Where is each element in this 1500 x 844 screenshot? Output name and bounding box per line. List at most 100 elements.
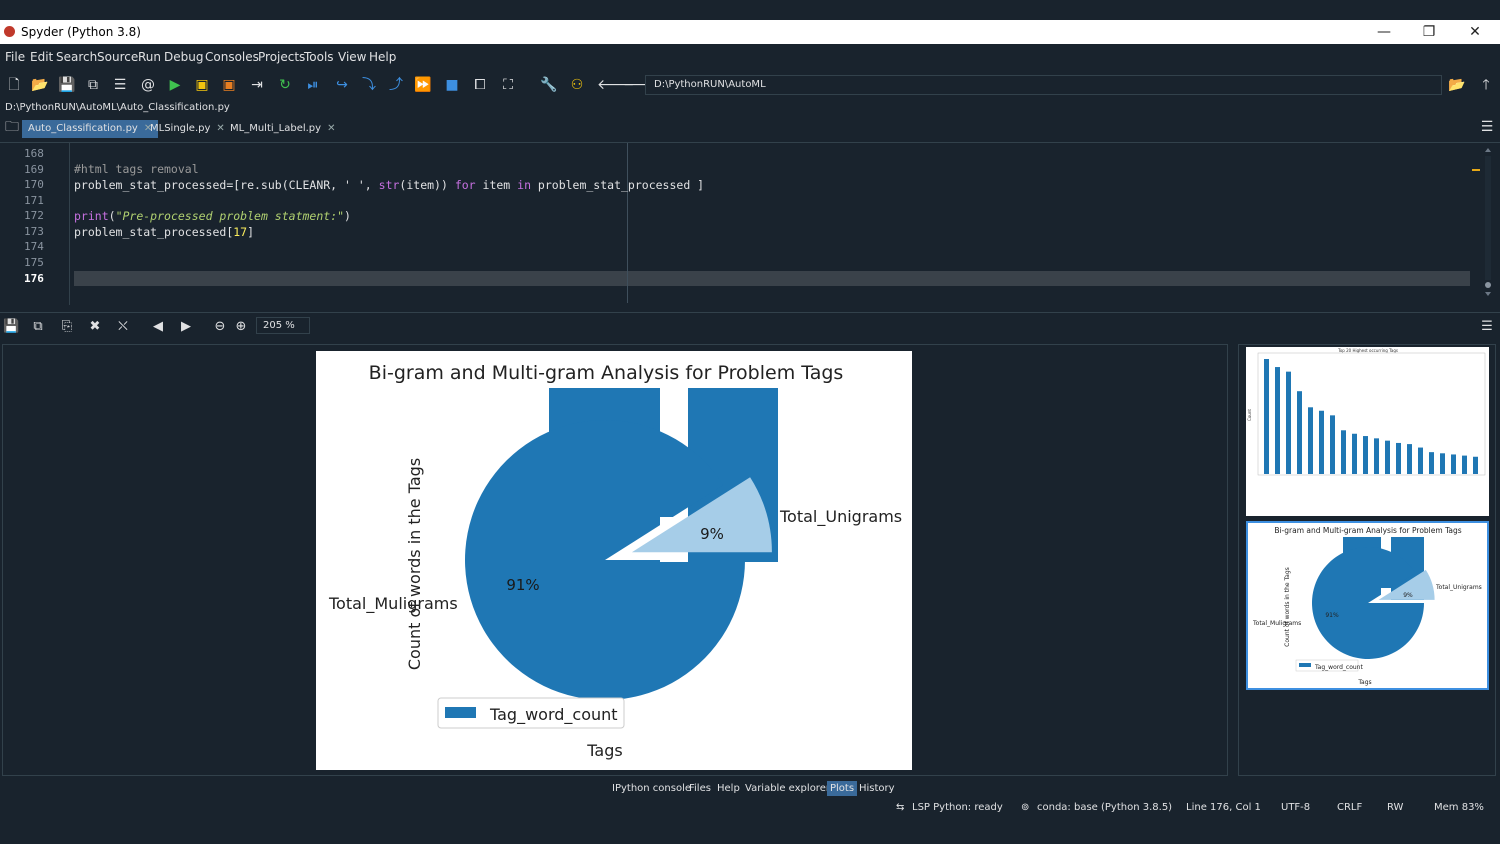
- parent-dir-icon[interactable]: 🡑: [1477, 76, 1495, 94]
- maximize-pane-icon[interactable]: ⧠: [471, 76, 489, 94]
- thumb-bar: [1407, 444, 1412, 474]
- menu-debug[interactable]: Debug: [164, 50, 203, 64]
- tab-auto-classification[interactable]: Auto_Classification.py ✕: [22, 120, 159, 138]
- code-token: problem_stat_processed[: [74, 225, 234, 239]
- menu-source[interactable]: Source: [97, 50, 138, 64]
- menu-tools[interactable]: Tools: [304, 50, 334, 64]
- slice-label-muligrams: Total_Muligrams: [328, 594, 458, 614]
- plots-options-icon[interactable]: ☰: [1479, 319, 1495, 335]
- code-editor[interactable]: 168 169 170 171 172 173 174 175 176 #htm…: [0, 142, 1500, 305]
- menu-view[interactable]: View: [338, 50, 366, 64]
- preferences-icon[interactable]: 🔧: [540, 76, 558, 94]
- run-selection-icon[interactable]: ⇥: [248, 76, 266, 94]
- line-number: 174: [24, 240, 44, 253]
- tab-label: ML_Multi_Label.py: [230, 123, 322, 134]
- code-keyword: in: [517, 178, 531, 192]
- menu-file[interactable]: File: [5, 50, 25, 64]
- run-icon[interactable]: ▶: [166, 76, 184, 94]
- plots-toolbar: 💾 ⧉ ⎘ ✖ ⛌ ◀ ▶ ⊖ ⊕ ☰: [0, 312, 1500, 340]
- save-all-plots-icon[interactable]: ⧉: [30, 319, 46, 335]
- minimize-button[interactable]: —: [1369, 22, 1399, 42]
- zoom-out-icon[interactable]: ⊖: [212, 319, 228, 335]
- new-file-icon[interactable]: 🗋: [5, 76, 23, 94]
- thumbnail-pie-plot[interactable]: Bi-gram and Multi-gram Analysis for Prob…: [1246, 521, 1489, 690]
- code-builtin: print: [74, 209, 109, 223]
- close-button[interactable]: ✕: [1460, 22, 1490, 42]
- thumb-bar: [1429, 452, 1434, 474]
- code-string: "Pre-processed problem statment:": [115, 209, 345, 223]
- thumb-bar: [1319, 410, 1324, 474]
- thumb-bar: [1462, 455, 1467, 474]
- tab-help[interactable]: Help: [714, 781, 743, 796]
- legend-label: Tag_word_count: [489, 705, 618, 725]
- edge-line: [627, 143, 628, 303]
- browse-tabs-icon[interactable]: 🗀: [3, 118, 21, 136]
- editor-scrollbar[interactable]: [1484, 147, 1492, 297]
- save-icon[interactable]: 💾: [58, 76, 76, 94]
- browse-folder-icon[interactable]: 📂: [1448, 76, 1466, 94]
- copy-plot-icon[interactable]: ⎘: [59, 319, 75, 335]
- thumb-bar: [1385, 440, 1390, 474]
- zoom-level-field[interactable]: 205 %: [256, 317, 310, 334]
- main-plot-figure[interactable]: Bi-gram and Multi-gram Analysis for Prob…: [316, 351, 912, 770]
- current-line-number: 176: [24, 272, 44, 285]
- python-path-icon[interactable]: ⚇: [568, 76, 586, 94]
- tab-history[interactable]: History: [856, 781, 898, 796]
- pane-tabs: IPython console Files Help Variable expl…: [0, 778, 1500, 798]
- continue-icon[interactable]: ⏩: [414, 76, 432, 94]
- tab-variable-explorer[interactable]: Variable explorer: [742, 781, 833, 796]
- tab-mlsingle[interactable]: MLSingle.py ✕: [144, 120, 231, 138]
- step-return-icon[interactable]: ⤴: [387, 76, 405, 94]
- open-file-icon[interactable]: 📂: [31, 76, 49, 94]
- outline-icon[interactable]: ☰: [111, 76, 129, 94]
- forward-arrow-icon[interactable]: 🡒: [623, 76, 661, 94]
- save-plot-icon[interactable]: 💾: [3, 319, 19, 335]
- next-plot-icon[interactable]: ▶: [178, 319, 194, 335]
- tab-files[interactable]: Files: [686, 781, 714, 796]
- fullscreen-icon[interactable]: ⛶: [499, 76, 517, 94]
- debug-icon[interactable]: ⏯: [304, 76, 322, 94]
- zoom-in-icon[interactable]: ⊕: [233, 319, 249, 335]
- lsp-status[interactable]: LSP Python: ready: [912, 802, 1003, 813]
- editor-options-icon[interactable]: ☰: [1478, 118, 1496, 136]
- stop-icon[interactable]: ■: [443, 76, 461, 94]
- tab-plots[interactable]: Plots: [827, 781, 858, 796]
- menu-edit[interactable]: Edit: [30, 50, 53, 64]
- at-icon[interactable]: @: [139, 76, 157, 94]
- tab-ipython-console[interactable]: IPython console: [609, 781, 694, 796]
- thumb-legend-swatch: [1299, 663, 1311, 667]
- run-cell-advance-icon[interactable]: ▣: [220, 76, 238, 94]
- working-directory-input[interactable]: D:\PythonRUN\AutoML: [645, 75, 1442, 95]
- rerun-icon[interactable]: ↻: [276, 76, 294, 94]
- menu-search[interactable]: Search: [56, 50, 97, 64]
- remove-plot-icon[interactable]: ✖: [87, 319, 103, 335]
- tab-ml-multi-label[interactable]: ML_Multi_Label.py ✕: [224, 120, 341, 138]
- menu-help[interactable]: Help: [369, 50, 396, 64]
- menu-consoles[interactable]: Consoles: [205, 50, 259, 64]
- pct-label-small: 9%: [700, 525, 724, 543]
- maximize-button[interactable]: ❐: [1414, 22, 1444, 42]
- conda-env[interactable]: conda: base (Python 3.8.5): [1037, 802, 1172, 813]
- editor-tabs: 🗀 Auto_Classification.py ✕ MLSingle.py ✕ M…: [0, 116, 1500, 140]
- remove-all-plots-icon[interactable]: ⛌: [115, 319, 131, 335]
- step-into-icon[interactable]: ⤵: [360, 76, 378, 94]
- previous-plot-icon[interactable]: ◀: [150, 319, 166, 335]
- save-all-icon[interactable]: ⧉: [84, 76, 102, 94]
- thumb-xlabel: Tags: [1357, 679, 1371, 686]
- line-number: 175: [24, 256, 44, 269]
- cursor-position: Line 176, Col 1: [1186, 802, 1261, 813]
- back-arrow-icon[interactable]: 🡐: [597, 76, 635, 94]
- warning-marker: [1472, 169, 1480, 171]
- step-icon[interactable]: ↪: [333, 76, 351, 94]
- menu-run[interactable]: Run: [138, 50, 161, 64]
- run-cell-icon[interactable]: ▣: [193, 76, 211, 94]
- thumb-legend-label: Tag_word_count: [1314, 664, 1363, 671]
- thumb-bar-title: Top 20 Highest occurring Tags: [1337, 348, 1398, 353]
- close-tab-icon[interactable]: ✕: [327, 123, 335, 134]
- thumbnail-bar-plot[interactable]: Top 20 Highest occurring Tags Count: [1246, 347, 1489, 516]
- code-line-169: #html tags removal: [74, 162, 199, 176]
- thumb-bar: [1341, 430, 1346, 474]
- line-endings: CRLF: [1337, 802, 1363, 813]
- code-line-173: problem_stat_processed[17]: [74, 225, 254, 239]
- menu-projects[interactable]: Projects: [258, 50, 305, 64]
